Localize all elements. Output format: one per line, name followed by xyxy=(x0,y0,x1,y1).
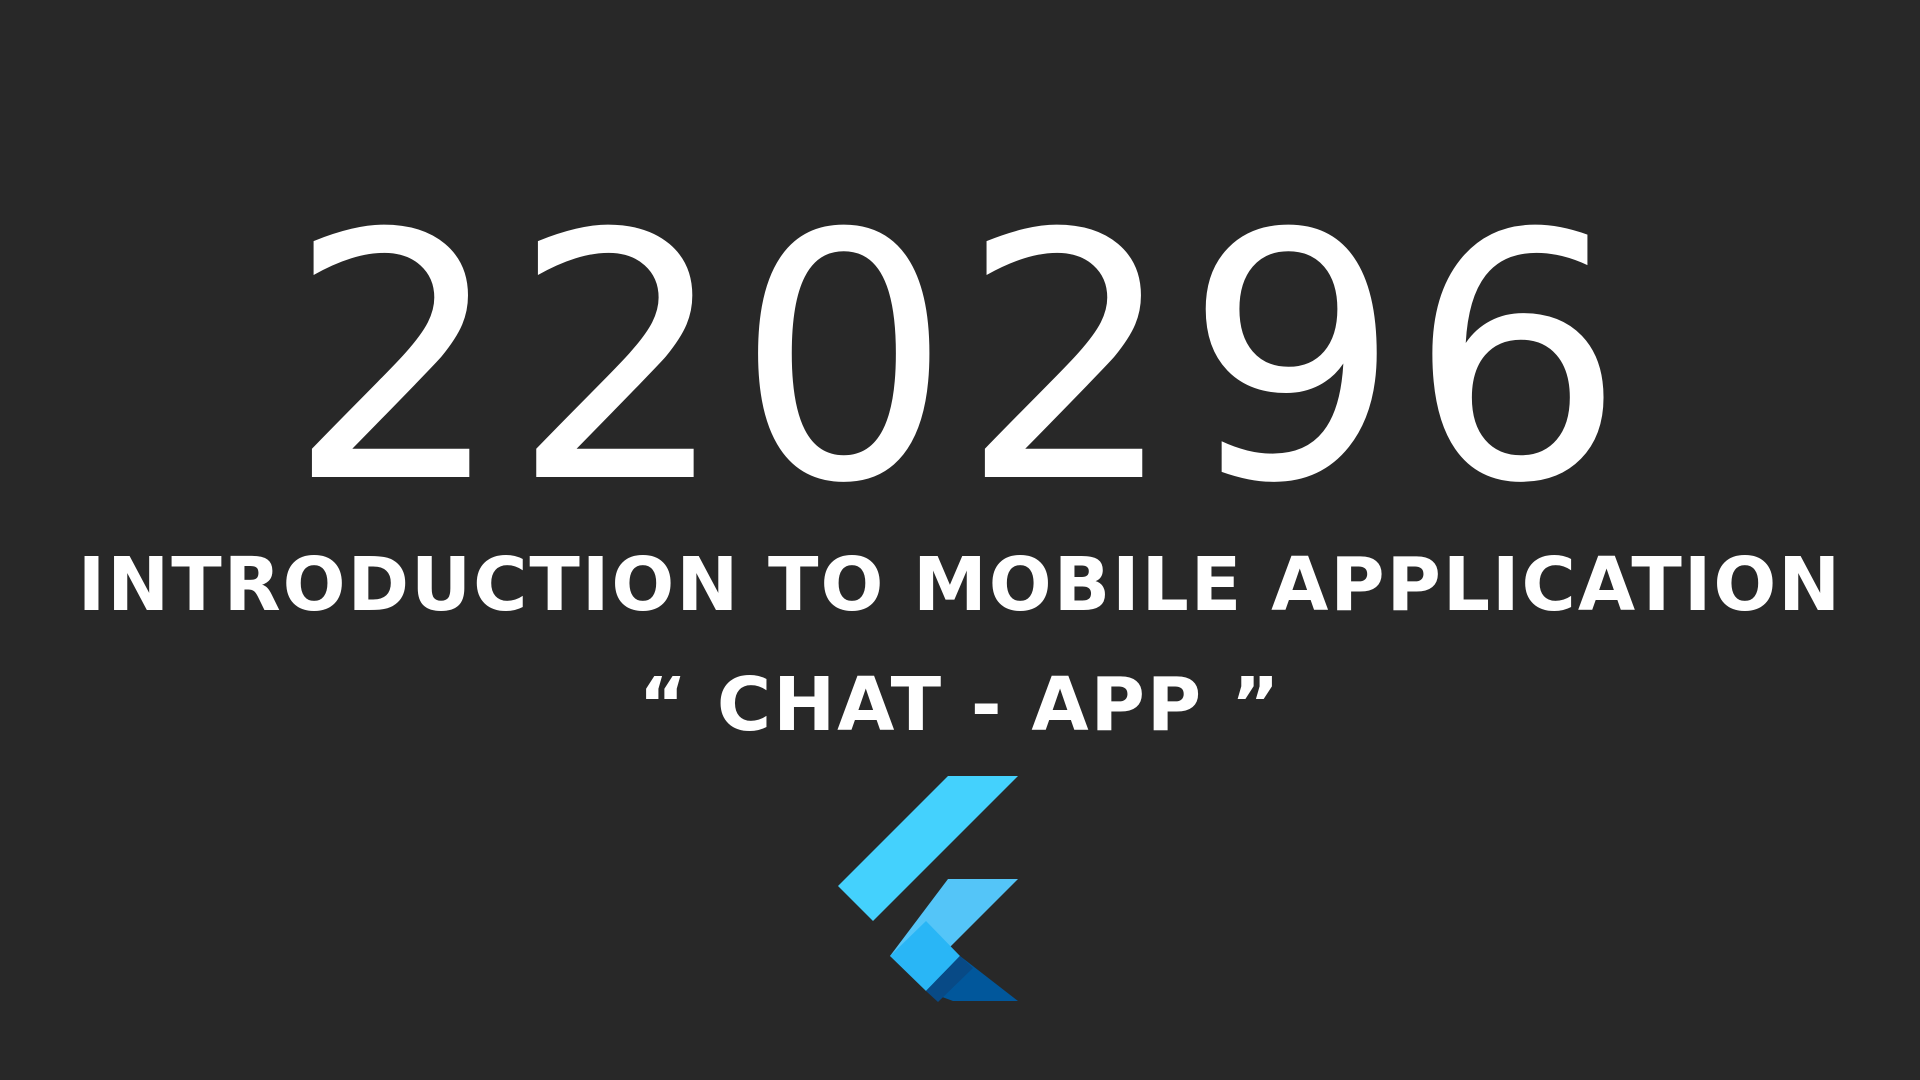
flutter-logo-icon xyxy=(838,776,1018,1002)
title-slide: 220296 INTRODUCTION TO MOBILE APPLICATIO… xyxy=(0,0,1920,1080)
course-code: 220296 xyxy=(287,162,1633,558)
course-title: INTRODUCTION TO MOBILE APPLICATION xyxy=(77,542,1843,628)
project-name: “ CHAT - APP ” xyxy=(638,662,1282,748)
